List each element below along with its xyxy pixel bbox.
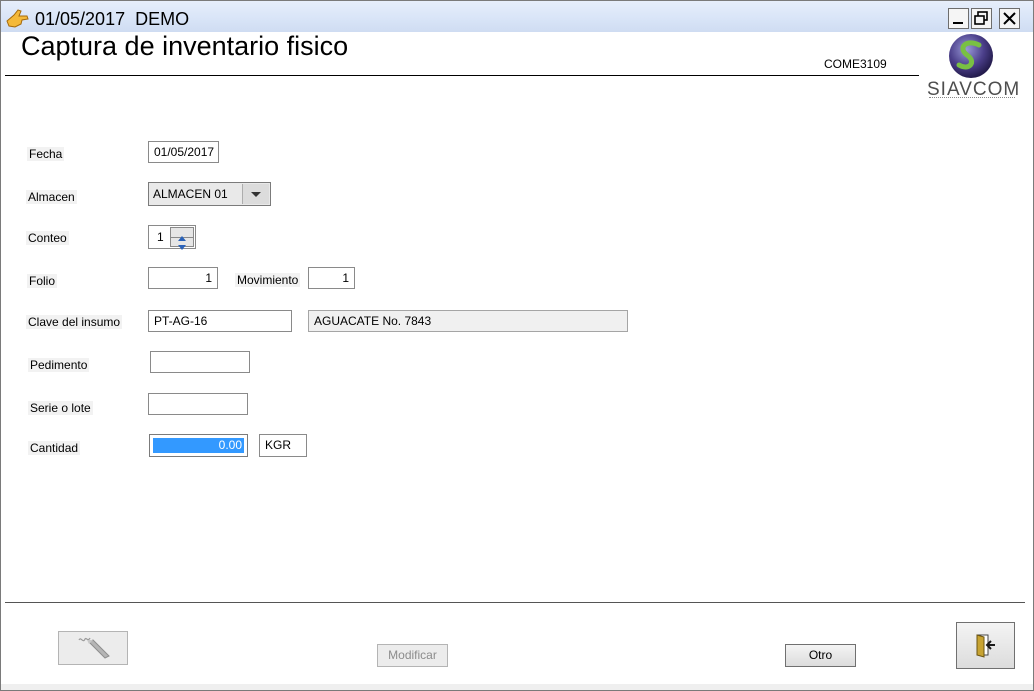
almacen-select[interactable]: ALMACEN 01 [148,182,271,206]
fecha-label: Fecha [27,147,65,161]
clave-insumo-field[interactable]: PT-AG-16 [148,310,292,332]
window-title: 01/05/2017 DEMO [35,9,190,29]
serie-lote-field[interactable] [148,393,248,415]
serie-lote-label: Serie o lote [28,401,93,415]
restore-button[interactable] [971,8,992,29]
almacen-value: ALMACEN 01 [153,187,228,201]
pedimento-label: Pedimento [28,358,90,372]
footer-divider [5,602,1025,603]
movimiento-field[interactable]: 1 [308,267,355,289]
conteo-value: 1 [157,230,164,244]
conteo-spin-buttons[interactable] [170,227,194,250]
pedimento-field[interactable] [150,351,250,373]
unit-field: KGR [259,434,307,457]
app-window: 01/05/2017 DEMO Captura de inventario fi… [0,0,1034,691]
cantidad-field[interactable]: 0.00 [149,434,248,457]
cantidad-label: Cantidad [28,441,81,455]
folio-label: Folio [27,274,58,288]
write-button[interactable] [58,631,128,665]
otro-button[interactable]: Otro [785,644,856,667]
spin-down-icon[interactable] [171,237,193,250]
bottom-border [1,684,1033,690]
close-button[interactable] [999,8,1020,29]
movimiento-label: Movimiento [235,273,301,287]
modificar-button[interactable]: Modificar [377,644,448,667]
logo-tagline [929,97,1015,100]
almacen-label: Almacen [26,190,77,204]
conteo-stepper[interactable]: 1 [148,225,196,250]
minimize-button[interactable] [948,8,969,29]
chevron-down-icon[interactable] [242,184,269,204]
cantidad-value: 0.00 [153,438,244,453]
page-title: Captura de inventario fisico [21,31,349,61]
insumo-description: AGUACATE No. 7843 [308,310,628,332]
header-divider [5,75,919,76]
pen-signature-icon [78,637,110,659]
pointing-hand-icon [5,7,31,29]
conteo-label: Conteo [26,231,69,245]
folio-field[interactable]: 1 [148,267,218,289]
clave-insumo-label: Clave del insumo [26,315,123,329]
exit-door-icon [976,634,995,658]
exit-button[interactable] [956,622,1015,669]
program-code: COME3109 [824,57,887,71]
title-bar: 01/05/2017 DEMO [1,1,1033,32]
fecha-field[interactable]: 01/05/2017 [148,141,219,163]
